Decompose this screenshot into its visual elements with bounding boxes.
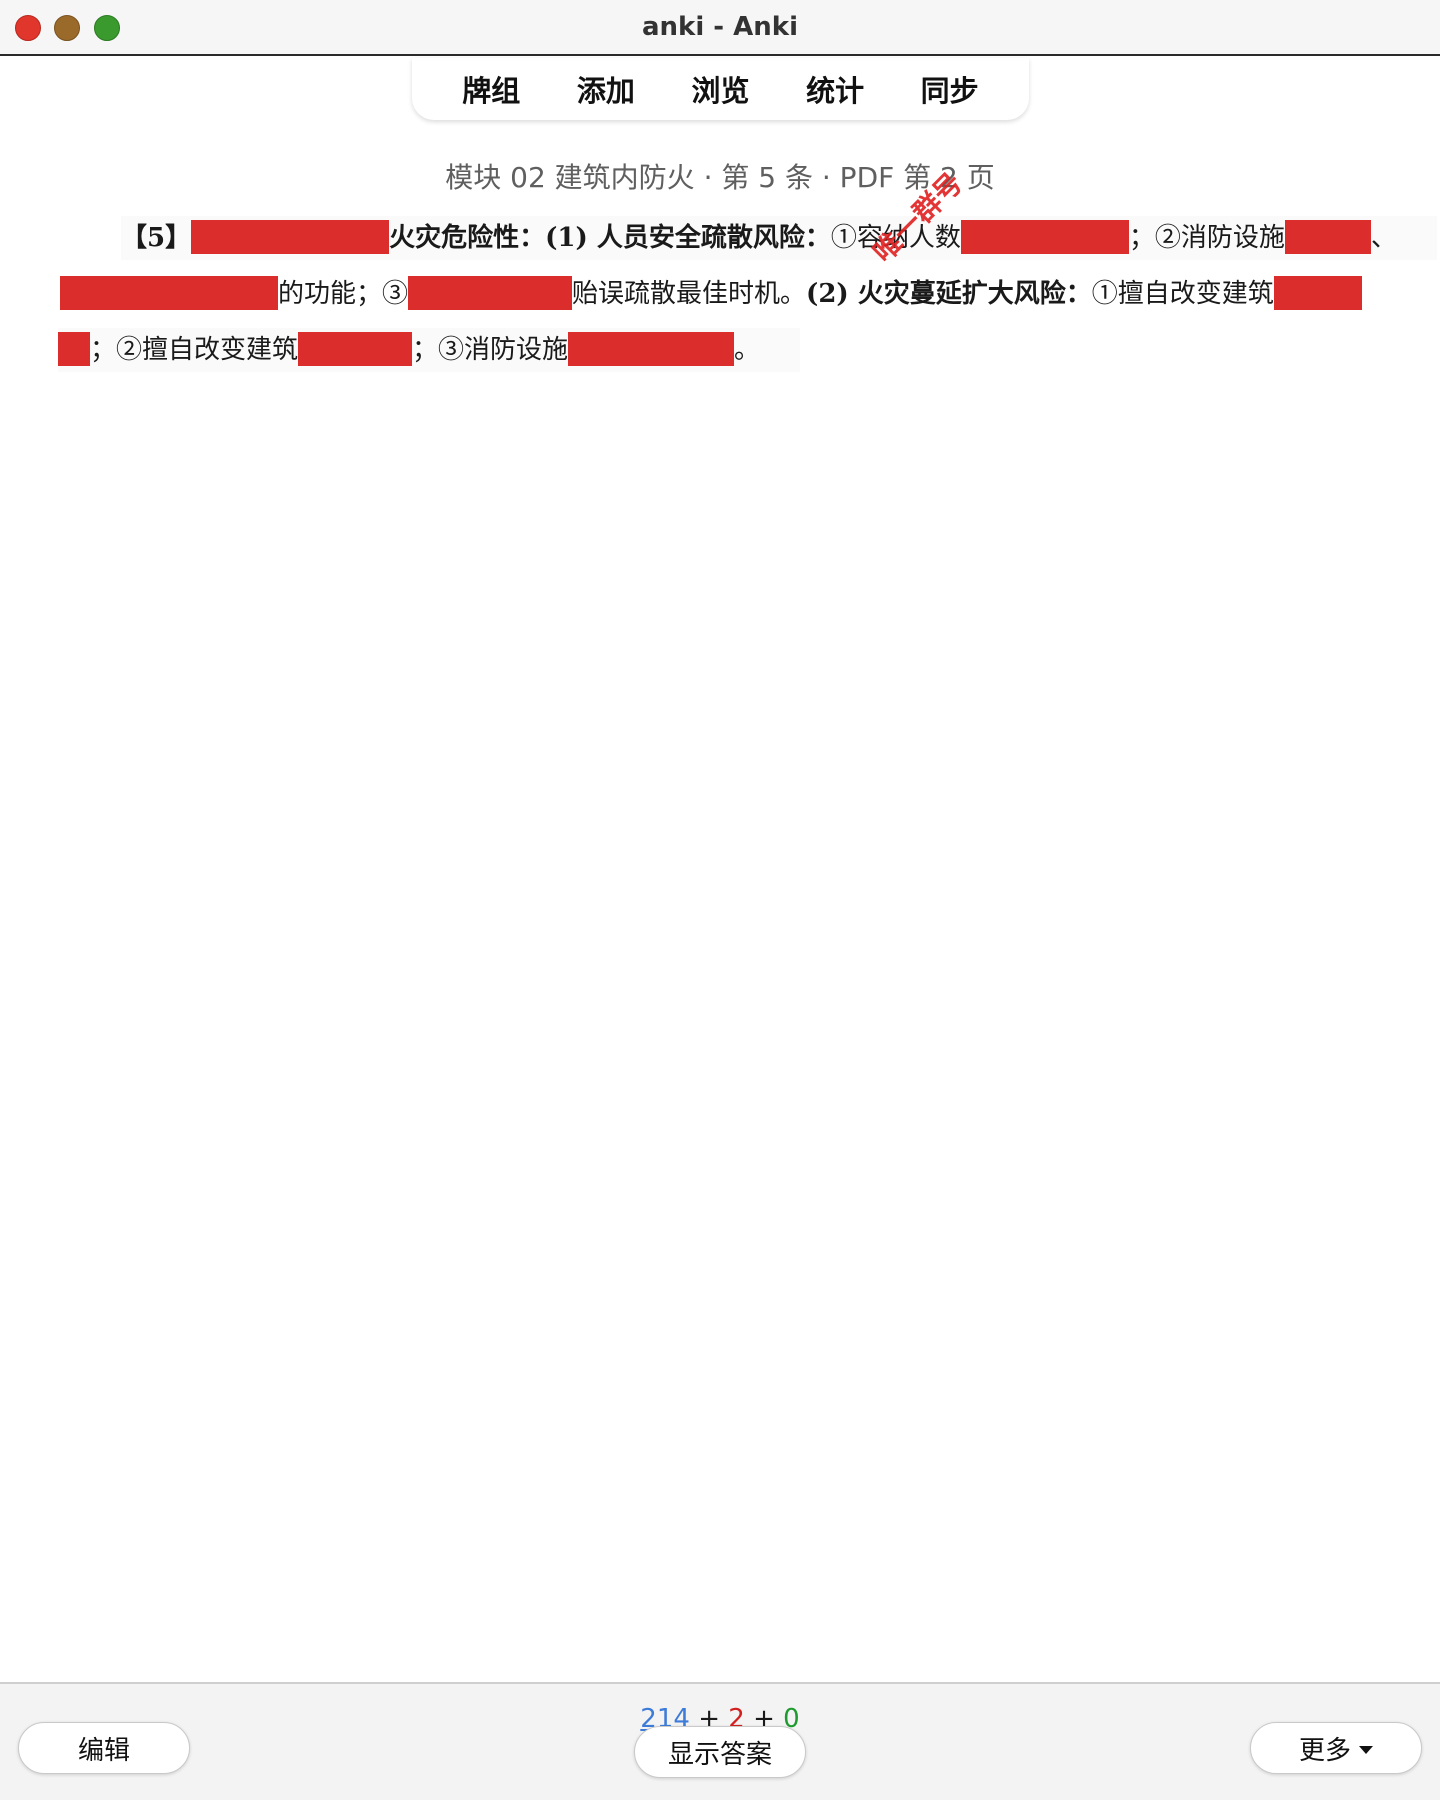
more-button-label: 更多 [1298, 1735, 1351, 1766]
item-number: 【5】 [121, 223, 192, 253]
occlusion-mask[interactable] [960, 220, 1129, 254]
card-text: 、 [1370, 223, 1397, 253]
card-text: 贻误疏散最佳时机。 [572, 279, 807, 309]
occlusion-mask[interactable] [1284, 220, 1371, 254]
occlusion-mask[interactable] [1273, 276, 1362, 310]
card-line-2: 的功能；③ 贻误疏散最佳时机。(2) 火灾蔓延扩大风险：①擅自改变建筑 [60, 272, 1362, 316]
card-line-1: 【5】 火灾危险性：(1) 人员安全疏散风险：①容纳人数 ；②消防设施、 [121, 216, 1437, 260]
toolbar-sync[interactable]: 同步 [913, 64, 987, 114]
card-source-caption: 模块 02 建筑内防火 · 第 5 条 · PDF 第 2 页 [445, 161, 995, 194]
window-title: anki - Anki [642, 12, 798, 42]
card-text: ；②擅自改变建筑 [90, 335, 299, 365]
card-text: (2) 火灾蔓延扩大风险： [806, 279, 1092, 309]
card-text: ；③消防设施 [412, 335, 569, 365]
occlusion-mask[interactable] [58, 332, 90, 366]
card-text: 的功能；③ [278, 279, 409, 309]
main-toolbar: 牌组 添加 浏览 统计 同步 [412, 58, 1029, 120]
occlusion-mask[interactable] [298, 332, 413, 366]
card-text: 火灾危险性：(1) 人员安全疏散风险： [389, 223, 831, 253]
toolbar-browse[interactable]: 浏览 [683, 64, 757, 114]
show-answer-button[interactable]: 显示答案 [634, 1726, 806, 1778]
card-line-3: ；②擅自改变建筑 ；③消防设施 。 [58, 328, 801, 372]
card-text: ①擅自改变建筑 [1091, 279, 1274, 309]
occlusion-mask[interactable] [191, 220, 390, 254]
occlusion-mask[interactable] [408, 276, 573, 310]
show-answer-label: 显示答案 [667, 1739, 772, 1770]
card-text: ；②消防设施 [1128, 223, 1285, 253]
bottom-bar: 214 + 2 + 0 编辑 显示答案 更多 [0, 1682, 1440, 1800]
toolbar-stats[interactable]: 统计 [798, 64, 872, 114]
occlusion-mask[interactable] [568, 332, 735, 366]
occlusion-mask[interactable] [60, 276, 278, 310]
card-question-image: 【5】 火灾危险性：(1) 人员安全疏散风险：①容纳人数 ；②消防设施、 的功能；③… [57, 166, 1437, 372]
title-bar: anki - Anki [0, 0, 1440, 56]
edit-button-label: 编辑 [77, 1735, 130, 1766]
chevron-down-icon [1359, 1746, 1373, 1754]
more-button[interactable]: 更多 [1250, 1722, 1422, 1774]
toolbar-add[interactable]: 添加 [569, 64, 643, 114]
toolbar-decks[interactable]: 牌组 [454, 64, 528, 114]
card-text: 。 [734, 335, 761, 365]
edit-button[interactable]: 编辑 [18, 1722, 190, 1774]
